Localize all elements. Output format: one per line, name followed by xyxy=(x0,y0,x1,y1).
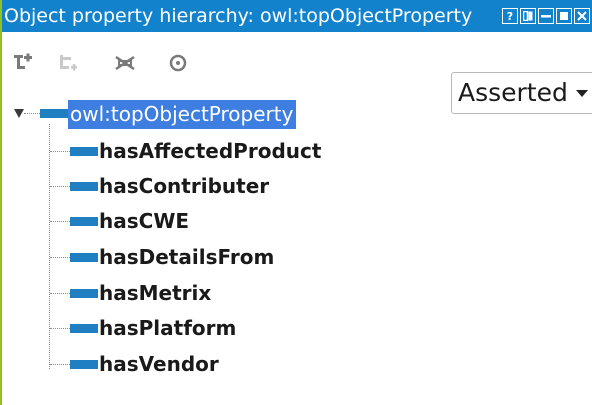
tree-item-label: hasAffectedProduct xyxy=(99,139,322,163)
tree-connector xyxy=(50,328,70,329)
tree-item-label: hasPlatform xyxy=(99,316,237,340)
help-button[interactable]: ? xyxy=(502,8,518,24)
object-property-icon xyxy=(70,324,98,333)
tree-item[interactable]: hasPlatform xyxy=(2,311,592,347)
maximize-icon xyxy=(560,12,568,20)
tree-item[interactable]: hasVendor xyxy=(2,347,592,383)
view-title-bar: Object property hierarchy: owl:topObject… xyxy=(2,0,592,32)
tree-item[interactable]: hasAffectedProduct xyxy=(2,134,592,170)
expand-triangle-icon[interactable] xyxy=(14,109,24,118)
add-sub-property-icon[interactable] xyxy=(12,52,38,74)
chevron-down-icon xyxy=(576,90,588,97)
restore-button[interactable] xyxy=(520,8,536,24)
tree-item[interactable]: hasCWE xyxy=(2,204,592,240)
minimize-icon xyxy=(541,15,551,18)
close-button[interactable] xyxy=(574,8,590,24)
object-property-icon xyxy=(70,182,98,191)
tree-connector xyxy=(50,364,70,365)
tree-connector xyxy=(50,257,70,258)
object-property-icon xyxy=(70,217,98,226)
view-title: Object property hierarchy: owl:topObject… xyxy=(4,5,473,27)
tree-connector xyxy=(50,186,70,187)
maximize-button[interactable] xyxy=(556,8,572,24)
tree-connector xyxy=(24,113,40,114)
tree-item-label: hasMetrix xyxy=(99,281,212,305)
tree-item-label: hasDetailsFrom xyxy=(99,245,275,269)
object-property-icon xyxy=(70,253,98,262)
tree-connector xyxy=(50,221,70,222)
add-sibling-property-icon[interactable] xyxy=(57,52,83,74)
window-buttons: ? xyxy=(502,8,590,24)
tree-item[interactable]: hasDetailsFrom xyxy=(2,240,592,276)
tree-item-label: hasContributer xyxy=(99,174,270,198)
hierarchy-toolbar: Asserted xyxy=(2,32,592,114)
object-property-hierarchy-view: Object property hierarchy: owl:topObject… xyxy=(0,0,592,405)
tree-root-row[interactable]: owl:topObjectProperty xyxy=(2,98,592,132)
delete-property-icon[interactable] xyxy=(114,52,140,74)
object-property-icon xyxy=(70,289,98,298)
tree-connector xyxy=(50,151,70,152)
tree-root-label[interactable]: owl:topObjectProperty xyxy=(68,100,297,129)
tree-item[interactable]: hasContributer xyxy=(2,169,592,205)
property-tree[interactable]: owl:topObjectProperty hasAffectedProduct… xyxy=(2,98,592,405)
object-property-icon xyxy=(70,360,98,369)
tree-item-label: hasVendor xyxy=(99,352,219,376)
object-property-icon xyxy=(70,147,98,156)
restore-icon xyxy=(523,11,533,21)
tree-item[interactable]: hasMetrix xyxy=(2,276,592,312)
minimize-button[interactable] xyxy=(538,8,554,24)
search-icon[interactable] xyxy=(167,52,193,74)
close-icon xyxy=(577,11,587,21)
tree-connector xyxy=(50,293,70,294)
object-property-icon xyxy=(40,109,68,118)
tree-item-label: hasCWE xyxy=(99,209,190,233)
